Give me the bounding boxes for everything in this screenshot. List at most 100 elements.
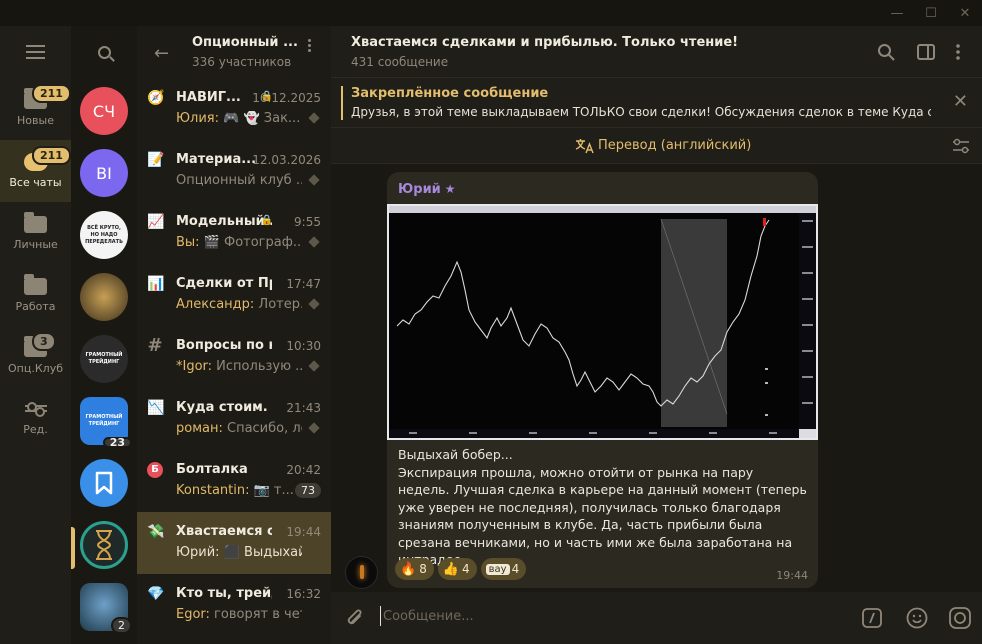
sender-avatar[interactable] bbox=[345, 556, 378, 589]
chat-header: Хвастаемся сделками и прибылью. Только ч… bbox=[331, 26, 982, 78]
topic-row[interactable]: 📉 Куда стоим. О... 21:43 роман: Спасибо, ло… bbox=[137, 388, 331, 450]
more-options-icon[interactable] bbox=[308, 44, 311, 47]
preview-text: Использую ... bbox=[212, 359, 302, 374]
chat-title[interactable]: Хвастаемся сделками и прибылью. Только ч… bbox=[351, 35, 738, 50]
pinned-message[interactable]: Закреплённое сообщение Друзья, в этой те… bbox=[331, 78, 982, 128]
vau-sticker-icon: вау bbox=[485, 563, 510, 575]
command-icon[interactable] bbox=[862, 608, 882, 628]
group-name[interactable]: Опционный ... bbox=[192, 35, 298, 50]
topic-row[interactable]: 💸 Хвастаемся сд... 19:44 Юрий: ⬛ Выдыхай б.… bbox=[137, 512, 331, 574]
reaction-count: 4 bbox=[462, 562, 470, 576]
emoji-icon[interactable] bbox=[906, 607, 928, 629]
topics-list: ← Опционный ... 336 участников 🧭 НАВИГ...… bbox=[137, 26, 331, 644]
topic-row[interactable]: 📝 Материа... 12.03.2026 Опционный клуб ... bbox=[137, 140, 331, 202]
topic-row[interactable]: 🧭 НАВИГ... 🔒 16.12.2025 Юлия: 🎮 👻 Зак... bbox=[137, 78, 331, 140]
topic-time: 10:30 bbox=[286, 339, 321, 353]
topic-preview: Опционный клуб ... bbox=[176, 173, 302, 188]
search-button[interactable] bbox=[71, 26, 137, 78]
reaction-count: 4 bbox=[511, 562, 520, 576]
topic-title: Куда стоим. О... bbox=[176, 400, 272, 415]
video-message-icon[interactable] bbox=[949, 607, 971, 629]
folder-rail: Новые 211 Все чаты 211 Личные Работа Опц… bbox=[0, 26, 71, 644]
folder-label: Новые bbox=[17, 113, 54, 127]
folder-personal[interactable]: Личные bbox=[0, 202, 71, 264]
avatar[interactable]: ГРАМОТНЫЙ ТРЕЙДИНГ bbox=[80, 335, 128, 383]
topic-row[interactable]: 📈 Модельный ...🔒 9:55 Вы: 🎬 Фотограф... bbox=[137, 202, 331, 264]
folder-opt-club[interactable]: Опц.Клуб 3 bbox=[0, 326, 71, 388]
preview-sender: Юрий: bbox=[176, 545, 220, 560]
close-window-icon[interactable]: ✕ bbox=[948, 0, 982, 26]
preview-text: 📷 т... bbox=[249, 483, 294, 498]
message-bubble[interactable]: Юрий ★ Выдыхай бобер... Экспирация прошл… bbox=[387, 172, 818, 588]
topic-icon: 📊 bbox=[147, 276, 165, 292]
folder-edit[interactable]: Ред. bbox=[0, 388, 71, 450]
topic-row[interactable]: # Вопросы по ку... 10:30 *Igor: Использую .… bbox=[137, 326, 331, 388]
reaction-thumbs-up[interactable]: 👍 4 bbox=[437, 558, 477, 580]
fire-icon: 🔥 bbox=[400, 561, 417, 577]
back-arrow-icon[interactable]: ← bbox=[154, 43, 169, 64]
topic-preview: *Igor: Использую ... bbox=[176, 359, 302, 374]
avatar-ship-image[interactable] bbox=[80, 273, 128, 321]
sidebar-toggle-icon[interactable] bbox=[917, 43, 935, 61]
lock-icon: 🔒 bbox=[260, 215, 273, 226]
folder-label: Опц.Клуб bbox=[8, 361, 63, 375]
topic-time: 16.12.2025 bbox=[252, 91, 321, 105]
topic-row[interactable]: Б Болталка 20:42 Konstantin: 📷 т... 73 bbox=[137, 450, 331, 512]
preview-text: 🎬 Фотограф... bbox=[199, 235, 302, 250]
topic-row[interactable]: 💎 Кто ты, трейде... 16:32 Egor: говорят в ч… bbox=[137, 574, 331, 636]
folder-badge: 211 bbox=[32, 84, 71, 103]
avatar-selected[interactable] bbox=[71, 521, 128, 569]
filter-settings-icon[interactable] bbox=[952, 138, 970, 154]
unread-count: 2 bbox=[111, 617, 132, 634]
topic-title: Хвастаемся сд... bbox=[176, 524, 272, 539]
folder-new[interactable]: Новые 211 bbox=[0, 78, 71, 140]
attach-icon[interactable] bbox=[345, 607, 365, 629]
topic-time: 9:55 bbox=[294, 215, 321, 229]
thumbs-up-icon: 👍 bbox=[442, 561, 460, 577]
translate-bar[interactable]: Перевод (английский) bbox=[331, 128, 982, 164]
avatar[interactable] bbox=[80, 459, 128, 507]
preview-text: Лотер... bbox=[258, 297, 302, 312]
reaction-fire[interactable]: 🔥 8 bbox=[395, 558, 434, 580]
window-titlebar: — ☐ ✕ bbox=[0, 0, 982, 26]
hamburger-menu-icon[interactable] bbox=[0, 26, 71, 78]
avatar[interactable]: СЧ bbox=[80, 87, 128, 135]
author-name: Юрий bbox=[398, 182, 441, 197]
preview-text: Спасибо, логи... bbox=[226, 421, 302, 436]
chart-screenshot-image[interactable] bbox=[387, 204, 818, 440]
avatar[interactable]: ГРАМОТНЫЙ ТРЕЙДИНГ 23 bbox=[80, 397, 132, 448]
avatar-initials: СЧ bbox=[92, 101, 116, 121]
more-options-icon[interactable] bbox=[955, 43, 961, 61]
folder-work[interactable]: Работа bbox=[0, 264, 71, 326]
search-icon[interactable] bbox=[877, 43, 895, 61]
topic-time: 21:43 bbox=[286, 401, 321, 415]
message-author[interactable]: Юрий ★ bbox=[398, 182, 456, 197]
group-members: 336 участников bbox=[192, 55, 292, 69]
pin-icon bbox=[308, 112, 320, 124]
preview-sender: Юлия: bbox=[176, 111, 219, 126]
topic-row[interactable]: 📊 Сделки от Пре... 17:47 Александр: Лотер..… bbox=[137, 264, 331, 326]
preview-text: говорят в четве... bbox=[214, 607, 302, 622]
maximize-icon[interactable]: ☐ bbox=[914, 0, 948, 26]
preview-sender: Вы: bbox=[176, 235, 200, 250]
close-icon[interactable]: ✕ bbox=[953, 91, 968, 112]
folder-badge: 211 bbox=[32, 146, 71, 165]
text-caret bbox=[380, 606, 381, 626]
message-time: 19:44 bbox=[776, 569, 808, 582]
message-input[interactable]: Сообщение... bbox=[383, 609, 474, 624]
avatar[interactable]: 2 bbox=[80, 583, 132, 634]
topic-preview: Вы: 🎬 Фотограф... bbox=[176, 235, 302, 250]
topic-icon: Б bbox=[147, 462, 163, 478]
hourglass-icon bbox=[96, 530, 112, 560]
folder-all-chats[interactable]: Все чаты 211 bbox=[0, 140, 71, 202]
topic-title: Болталка bbox=[176, 462, 248, 477]
avatar[interactable]: BI bbox=[80, 149, 128, 197]
avatar[interactable]: ВСЁ КРУТО, НО НАДО ПЕРЕДЕЛАТЬ bbox=[80, 211, 128, 259]
reaction-vau[interactable]: вау 4 bbox=[480, 558, 527, 580]
topic-title: Модельный ... bbox=[176, 214, 272, 229]
minimize-icon[interactable]: — bbox=[880, 0, 914, 26]
trading-chart-image bbox=[389, 206, 816, 438]
star-icon: ★ bbox=[444, 182, 456, 196]
topics-header: ← Опционный ... 336 участников bbox=[137, 26, 331, 78]
reaction-count: 8 bbox=[419, 562, 427, 576]
